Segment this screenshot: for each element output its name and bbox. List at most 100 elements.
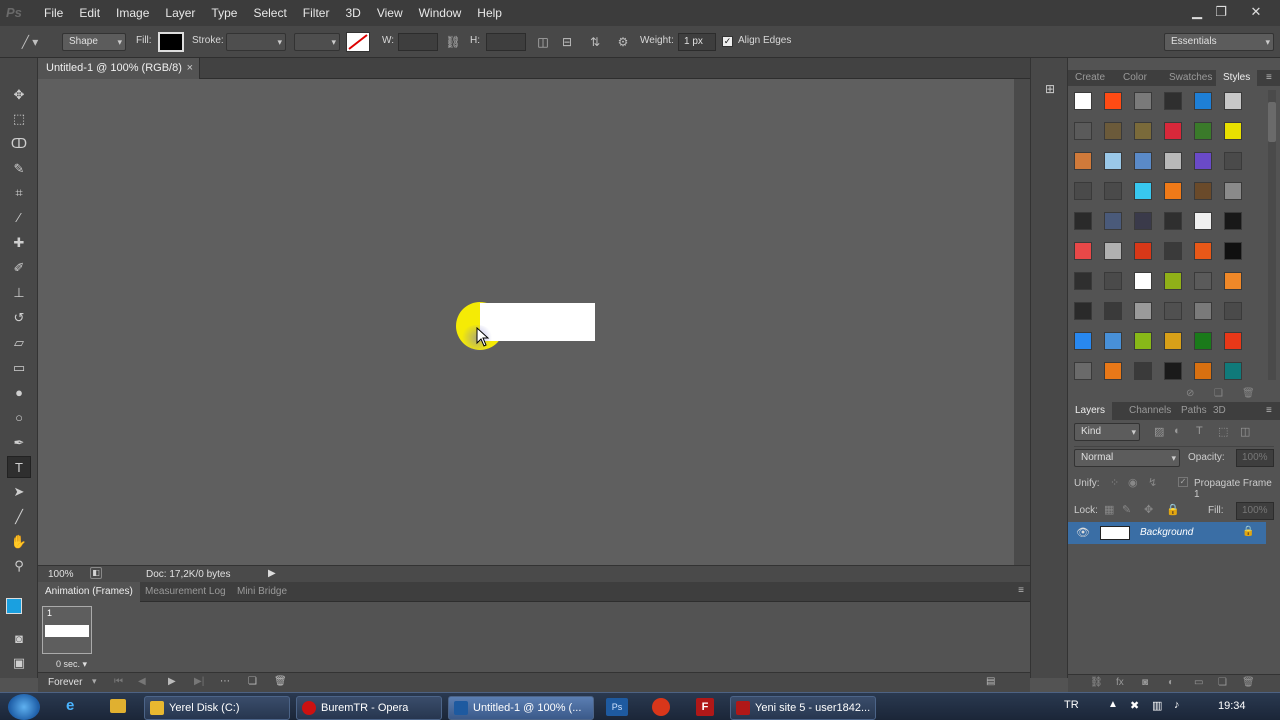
style-swatch[interactable] (1134, 272, 1152, 290)
path-selection-tool-icon[interactable]: ➤ (7, 481, 31, 503)
crop-tool-icon[interactable]: ⌗ (7, 182, 31, 204)
clock[interactable]: 19:34 (1218, 700, 1246, 712)
ie-icon[interactable]: e (66, 697, 74, 714)
filezilla-icon[interactable]: F (696, 698, 714, 716)
language-indicator[interactable]: TR (1064, 699, 1079, 711)
lock-image-icon[interactable]: ✎ (1122, 503, 1131, 516)
style-swatch[interactable] (1164, 362, 1182, 380)
tab-swatches[interactable]: Swatches (1162, 70, 1219, 86)
brush-tool-icon[interactable]: ✐ (7, 257, 31, 279)
style-swatch[interactable] (1134, 152, 1152, 170)
style-swatch[interactable] (1224, 182, 1242, 200)
photoshop-pinned-icon[interactable]: Ps (606, 698, 628, 716)
layer-style-icon[interactable]: fx (1116, 677, 1124, 688)
style-swatch[interactable] (1074, 242, 1092, 260)
style-swatch[interactable] (1134, 332, 1152, 350)
style-swatch[interactable] (1134, 182, 1152, 200)
show-hidden-icons[interactable]: ▲ (1108, 699, 1118, 710)
tab-styles[interactable]: Styles (1216, 70, 1258, 86)
panel-menu-icon[interactable]: ≡ (1018, 585, 1024, 596)
status-options-icon[interactable]: ◧ (90, 567, 102, 579)
style-swatch[interactable] (1164, 272, 1182, 290)
width-field[interactable] (398, 33, 438, 51)
history-brush-tool-icon[interactable]: ↺ (7, 307, 31, 329)
unify-visibility-icon[interactable]: ◉ (1128, 476, 1138, 489)
close-icon[interactable]: ✕ (1243, 2, 1269, 22)
loop-select[interactable]: Forever (48, 677, 82, 688)
style-swatch[interactable] (1194, 242, 1212, 260)
unify-position-icon[interactable]: ⁘ (1110, 476, 1119, 489)
style-swatch[interactable] (1104, 272, 1122, 290)
tab-animation-frames[interactable]: Animation (Frames) (38, 582, 140, 602)
quick-select-tool-icon[interactable]: ✎ (7, 158, 31, 180)
style-swatch[interactable] (1224, 332, 1242, 350)
filter-pixel-icon[interactable]: ▨ (1154, 425, 1164, 438)
healing-brush-tool-icon[interactable]: ✚ (7, 232, 31, 254)
style-swatch[interactable] (1224, 212, 1242, 230)
duplicate-frame-icon[interactable]: ❏ (248, 676, 257, 687)
flash-icon[interactable] (652, 698, 670, 716)
style-swatch[interactable] (1224, 272, 1242, 290)
style-swatch[interactable] (1224, 92, 1242, 110)
minimize-icon[interactable]: ▁ (1184, 2, 1210, 22)
style-swatch[interactable] (1134, 212, 1152, 230)
line-tool-preset-icon[interactable]: ╱ ▾ (16, 33, 44, 51)
tween-icon[interactable]: ⋯ (220, 676, 230, 687)
layer-row-background[interactable]: 👁 Background 🔒 (1068, 522, 1266, 544)
history-panel-icon[interactable]: ⊞ (1041, 82, 1059, 100)
height-field[interactable] (486, 33, 526, 51)
style-swatch[interactable] (1164, 242, 1182, 260)
pen-tool-icon[interactable]: ✒ (7, 432, 31, 454)
style-swatch[interactable] (1074, 92, 1092, 110)
adjustment-layer-icon[interactable]: ◐ (1168, 677, 1174, 688)
style-swatch[interactable] (1194, 212, 1212, 230)
start-button[interactable] (8, 694, 40, 720)
taskbar-button-photoshop[interactable]: Untitled-1 @ 100% (... (448, 696, 594, 720)
eyedropper-tool-icon[interactable]: ⁄ (7, 207, 31, 229)
screen-mode-icon[interactable]: ▣ (7, 652, 31, 674)
tray-app-icon[interactable]: ✖ (1130, 699, 1139, 712)
first-frame-icon[interactable]: ⏮ (114, 676, 123, 687)
style-swatch[interactable] (1194, 122, 1212, 140)
link-layers-icon[interactable]: ⛓ (1090, 677, 1103, 688)
zoom-tool-icon[interactable]: ⚲ (7, 555, 31, 577)
blend-mode-select[interactable]: Normal (1074, 449, 1180, 467)
style-swatch[interactable] (1164, 122, 1182, 140)
style-swatch[interactable] (1194, 272, 1212, 290)
menu-image[interactable]: Image (108, 0, 157, 26)
lock-position-icon[interactable]: ✥ (1144, 503, 1153, 516)
style-swatch[interactable] (1134, 302, 1152, 320)
style-swatch[interactable] (1164, 182, 1182, 200)
style-swatch[interactable] (1194, 152, 1212, 170)
gradient-tool-icon[interactable]: ▭ (7, 357, 31, 379)
new-layer-icon[interactable]: ❏ (1218, 677, 1227, 688)
style-swatch[interactable] (1104, 212, 1122, 230)
style-swatch[interactable] (1194, 332, 1212, 350)
style-swatch[interactable] (1104, 182, 1122, 200)
style-swatch[interactable] (1074, 182, 1092, 200)
filter-type-icon[interactable]: T (1196, 425, 1203, 437)
menu-layer[interactable]: Layer (157, 0, 203, 26)
lock-all-icon[interactable]: 🔒 (1166, 503, 1180, 516)
style-swatch[interactable] (1104, 242, 1122, 260)
style-swatch[interactable] (1134, 242, 1152, 260)
animation-frame[interactable]: 1 (42, 606, 92, 654)
link-icon[interactable]: ⛓ (444, 33, 462, 51)
status-menu-arrow-icon[interactable]: ▶ (268, 568, 276, 579)
new-style-icon[interactable]: ❏ (1214, 388, 1223, 399)
filter-shape-icon[interactable]: ⬚ (1218, 425, 1228, 438)
menu-file[interactable]: File (36, 0, 71, 26)
style-swatch[interactable] (1164, 332, 1182, 350)
menu-select[interactable]: Select (245, 0, 294, 26)
network-icon[interactable]: ▥ (1152, 699, 1162, 712)
clone-stamp-tool-icon[interactable]: ⊥ (7, 282, 31, 304)
eye-icon[interactable]: 👁 (1076, 526, 1090, 539)
line-tool-icon[interactable]: ╱ (7, 506, 31, 528)
style-swatch[interactable] (1104, 302, 1122, 320)
next-frame-icon[interactable]: ▶| (194, 676, 204, 687)
style-swatch[interactable] (1224, 152, 1242, 170)
delete-layer-icon[interactable]: 🗑 (1242, 677, 1255, 688)
opacity-field[interactable]: 100% (1236, 449, 1274, 467)
filter-smart-object-icon[interactable]: ◫ (1240, 425, 1250, 438)
fill-swatch[interactable] (158, 32, 184, 52)
